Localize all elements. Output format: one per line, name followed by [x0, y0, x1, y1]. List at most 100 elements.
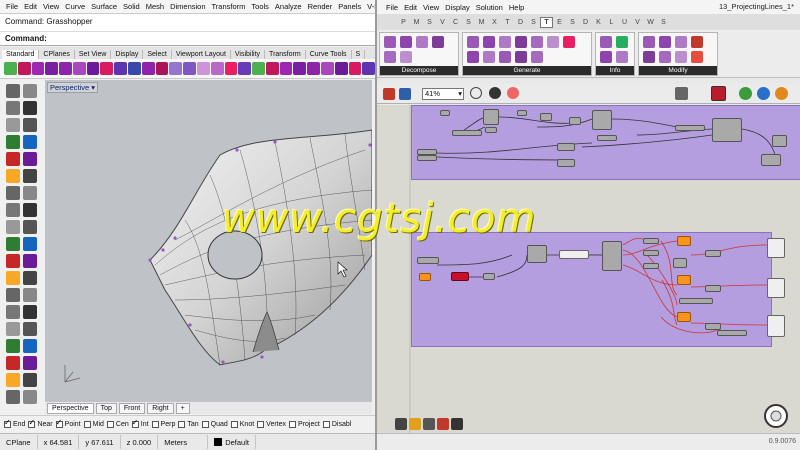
gh-menu-solution[interactable]: Solution	[473, 3, 506, 12]
side-tool-icon[interactable]	[6, 169, 20, 183]
camera-icon[interactable]	[470, 87, 482, 99]
component-icon[interactable]	[643, 51, 655, 63]
grasshopper-component[interactable]	[643, 263, 659, 269]
bottom-tool-icon[interactable]	[395, 418, 407, 430]
boolean-toggle[interactable]	[451, 272, 469, 281]
toolbar-tool-icon[interactable]	[86, 62, 100, 75]
side-tool-icon[interactable]	[6, 390, 20, 404]
add-viewport-icon[interactable]: +	[175, 402, 190, 414]
grasshopper-component[interactable]	[675, 125, 705, 131]
component-icon[interactable]	[600, 51, 612, 63]
rhino-menu-mesh[interactable]: Mesh	[143, 2, 167, 11]
rhino-menu-dimension[interactable]: Dimension	[167, 2, 208, 11]
osnap-cen[interactable]: Cen	[106, 420, 129, 428]
side-tool-icon[interactable]	[23, 339, 37, 353]
side-tool-icon[interactable]	[6, 237, 20, 251]
component-icon[interactable]	[400, 51, 412, 63]
grasshopper-component[interactable]	[761, 154, 781, 166]
osnap-int[interactable]: Int	[131, 418, 149, 428]
side-tool-icon[interactable]	[6, 101, 20, 115]
toolbar-tab[interactable]: Standard	[2, 50, 40, 59]
gh-category-tab[interactable]: M	[410, 17, 423, 28]
toolbar-tab[interactable]: S	[352, 50, 366, 59]
canvas-navigation-icon[interactable]	[761, 401, 791, 431]
side-tool-icon[interactable]	[6, 288, 20, 302]
rhino-menu-transform[interactable]: Transform	[209, 2, 249, 11]
viewport-tab-top[interactable]: Top	[95, 402, 117, 414]
side-tool-icon[interactable]	[23, 305, 37, 319]
osnap-checkbox[interactable]	[28, 418, 36, 428]
viewport-title[interactable]: Perspective ▾	[47, 82, 99, 93]
toolbar-tool-icon[interactable]	[169, 62, 183, 75]
toolbar-tool-icon[interactable]	[334, 62, 348, 75]
component-icon[interactable]	[675, 36, 687, 48]
side-tool-icon[interactable]	[23, 203, 37, 217]
side-tool-icon[interactable]	[23, 373, 37, 387]
toolbar-tool-icon[interactable]	[4, 62, 17, 75]
grasshopper-component[interactable]	[705, 285, 721, 292]
osnap-knot[interactable]: Knot	[230, 420, 254, 428]
side-tool-icon[interactable]	[23, 288, 37, 302]
component-icon[interactable]	[563, 36, 575, 48]
component-icon[interactable]	[467, 51, 479, 63]
side-tool-icon[interactable]	[6, 373, 20, 387]
side-tool-icon[interactable]	[6, 356, 20, 370]
rhino-menu-curve[interactable]: Curve	[62, 2, 88, 11]
toolbar-tab[interactable]: Viewport Layout	[172, 50, 231, 59]
status-cplane[interactable]: CPlane	[0, 435, 38, 449]
grasshopper-component[interactable]	[717, 330, 747, 336]
osnap-checkbox[interactable]	[55, 418, 63, 428]
toolbar-tool-icon[interactable]	[348, 62, 362, 75]
side-tool-icon[interactable]	[6, 135, 20, 149]
osnap-checkbox[interactable]	[83, 420, 91, 428]
bottom-tool-icon[interactable]	[423, 418, 435, 430]
toolbar-tool-icon[interactable]	[196, 62, 210, 75]
toolbar-tab[interactable]: Select	[143, 50, 172, 59]
grasshopper-component[interactable]	[772, 135, 787, 147]
panel-component[interactable]	[767, 278, 785, 298]
preview-icon[interactable]	[489, 87, 501, 99]
gh-menu-display[interactable]: Display	[442, 3, 473, 12]
side-tool-icon[interactable]	[23, 152, 37, 166]
side-tool-icon[interactable]	[6, 203, 20, 217]
component-icon[interactable]	[432, 36, 444, 48]
side-tool-icon[interactable]	[6, 84, 20, 98]
osnap-end[interactable]: End	[4, 418, 25, 428]
grasshopper-component[interactable]	[527, 245, 547, 263]
shaded-icon[interactable]	[757, 87, 770, 100]
side-tool-icon[interactable]	[23, 237, 37, 251]
toolbar-tool-icon[interactable]	[155, 62, 169, 75]
toolbar-tool-icon[interactable]	[72, 62, 86, 75]
wireframe-icon[interactable]	[739, 87, 752, 100]
side-tool-icon[interactable]	[23, 101, 37, 115]
number-slider[interactable]	[677, 312, 691, 322]
toolbar-tab[interactable]: Display	[111, 50, 144, 59]
grasshopper-component[interactable]	[485, 127, 497, 133]
component-icon[interactable]	[531, 36, 543, 48]
osnap-project[interactable]: Project	[289, 420, 320, 428]
osnap-checkbox[interactable]	[178, 420, 186, 428]
grasshopper-component[interactable]	[643, 238, 659, 244]
toolbar-tool-icon[interactable]	[362, 62, 376, 75]
side-tool-icon[interactable]	[23, 390, 37, 404]
component-icon[interactable]	[483, 36, 495, 48]
component-icon[interactable]	[659, 51, 671, 63]
osnap-checkbox[interactable]	[322, 420, 330, 428]
side-tool-icon[interactable]	[6, 186, 20, 200]
component-icon[interactable]	[659, 36, 671, 48]
side-tool-icon[interactable]	[6, 339, 20, 353]
osnap-vertex[interactable]: Vertex	[257, 420, 286, 428]
side-tool-icon[interactable]	[6, 254, 20, 268]
gh-category-tab[interactable]: T	[501, 17, 514, 28]
gh-category-tab[interactable]: P	[397, 17, 410, 28]
gh-category-tab[interactable]: S	[527, 17, 540, 28]
grasshopper-component[interactable]	[592, 110, 612, 130]
osnap-near[interactable]: Near	[28, 418, 53, 428]
grasshopper-component[interactable]	[679, 298, 713, 304]
side-tool-icon[interactable]	[23, 271, 37, 285]
toolbar-tool-icon[interactable]	[293, 62, 307, 75]
bottom-tool-icon[interactable]	[409, 418, 421, 430]
component-icon[interactable]	[691, 51, 703, 63]
grasshopper-component[interactable]	[517, 110, 527, 116]
toolbar-tab[interactable]: Visibility	[231, 50, 266, 59]
